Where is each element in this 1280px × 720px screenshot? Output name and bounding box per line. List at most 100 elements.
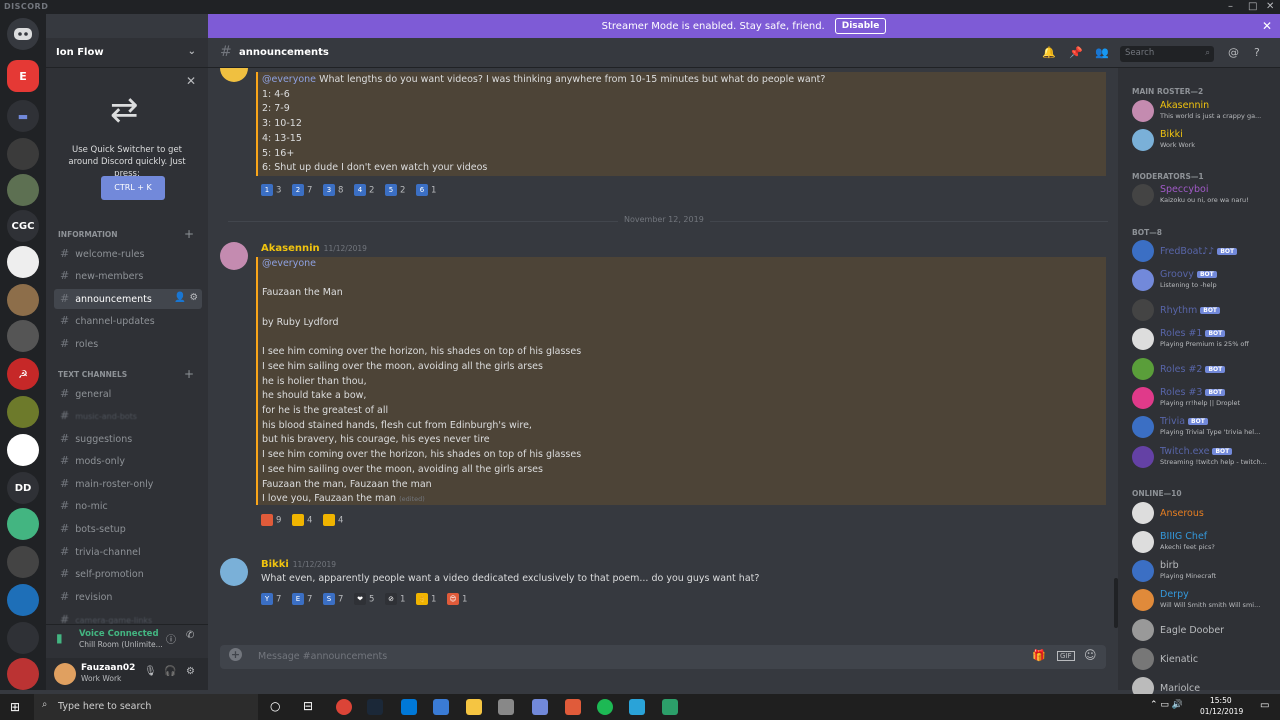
help-icon[interactable]: ? xyxy=(1254,46,1260,59)
category-information[interactable]: INFORMATION + xyxy=(58,227,194,241)
poll-reaction[interactable]: 42 xyxy=(354,184,374,198)
member-item[interactable]: Bikki Work Work xyxy=(1132,127,1278,155)
server-header[interactable]: Ion Flow ⌄ xyxy=(46,38,208,68)
disconnect-icon[interactable]: ✆ xyxy=(186,630,194,641)
avatar[interactable] xyxy=(1132,446,1154,468)
member-item[interactable]: Twitch.exe BOT Streaming !twitch help - tw… xyxy=(1132,444,1278,472)
channel-music-and-bots[interactable]: # music-and-bots xyxy=(54,406,202,426)
category-text-channels[interactable]: TEXT CHANNELS + xyxy=(58,367,194,381)
channel-main-roster-only[interactable]: # main-roster-only xyxy=(54,474,202,494)
server-icon[interactable] xyxy=(7,174,39,206)
app-icon[interactable] xyxy=(662,699,678,715)
notification-icon[interactable]: ▭ xyxy=(1260,700,1269,711)
avatar[interactable] xyxy=(1132,129,1154,151)
avatar[interactable] xyxy=(1132,387,1154,409)
message-composer[interactable]: + Message #announcements 🎁 GIF ☺ xyxy=(220,645,1106,669)
server-icon[interactable] xyxy=(7,396,39,428)
windows-start-icon[interactable]: ⊞ xyxy=(10,700,20,714)
user-settings-icon[interactable]: ⚙ xyxy=(186,666,195,677)
info-icon[interactable]: ⓘ xyxy=(166,631,176,646)
cortana-icon[interactable]: ○ xyxy=(270,699,280,713)
channel-general[interactable]: # general xyxy=(54,384,202,404)
discord-taskbar-icon[interactable] xyxy=(532,699,548,715)
server-icon[interactable] xyxy=(7,246,39,278)
channel-mods-only[interactable]: # mods-only xyxy=(54,451,202,471)
add-channel-icon[interactable]: + xyxy=(184,367,194,381)
emoji-icon[interactable]: ☺ xyxy=(1084,648,1097,662)
avatar[interactable] xyxy=(1132,184,1154,206)
taskbar-search[interactable]: ⌕ Type here to search xyxy=(34,694,258,720)
avatar[interactable] xyxy=(1132,100,1154,122)
avatar[interactable] xyxy=(1132,589,1154,611)
server-icon[interactable] xyxy=(7,320,39,352)
channel-channel-updates[interactable]: # channel-updates xyxy=(54,311,202,331)
member-item[interactable]: birb Playing Minecraft xyxy=(1132,558,1278,586)
search-input[interactable]: Search ⌕ xyxy=(1120,46,1214,62)
server-icon[interactable] xyxy=(7,434,39,466)
chrome-icon[interactable] xyxy=(336,699,352,715)
channel-self-promotion[interactable]: # self-promotion xyxy=(54,564,202,584)
server-icon[interactable] xyxy=(7,138,39,170)
pin-icon[interactable]: 📌 xyxy=(1069,46,1083,59)
member-item[interactable]: Kienatic xyxy=(1132,646,1278,674)
banner-close-icon[interactable]: ✕ xyxy=(1262,19,1272,33)
close-icon[interactable]: ✕ xyxy=(1266,1,1274,12)
disable-streamer-mode-button[interactable]: Disable xyxy=(834,18,887,34)
avatar[interactable] xyxy=(1132,502,1154,524)
avatar[interactable] xyxy=(1132,619,1154,641)
avatar[interactable] xyxy=(1132,328,1154,350)
member-item[interactable]: Anserous xyxy=(1132,500,1278,528)
mention-everyone[interactable]: @everyone xyxy=(262,74,316,85)
mention-everyone[interactable]: @everyone xyxy=(262,257,1102,272)
avatar[interactable] xyxy=(54,663,76,685)
bell-icon[interactable]: 🔔 xyxy=(1042,46,1056,59)
poll-reaction[interactable]: 38 xyxy=(323,184,343,198)
server-dd-icon[interactable]: DD xyxy=(7,472,39,504)
maximize-icon[interactable]: □ xyxy=(1248,1,1257,12)
poem-reaction[interactable]: 4 xyxy=(292,514,312,528)
server-e-icon[interactable]: E xyxy=(7,60,39,92)
bikki-reaction[interactable]: 😍 1 xyxy=(447,593,467,607)
member-item[interactable]: Roles #1 BOT Playing Premium is 25% off xyxy=(1132,326,1278,354)
app-icon[interactable] xyxy=(433,699,449,715)
home-discord-icon[interactable] xyxy=(7,18,39,50)
message-author[interactable]: Bikki 11/12/2019 xyxy=(261,559,336,570)
folder-icon[interactable]: ▬ xyxy=(7,100,39,132)
quick-switcher-shortcut-button[interactable]: CTRL + K xyxy=(101,176,165,200)
steam-icon[interactable] xyxy=(367,699,383,715)
app-icon[interactable] xyxy=(565,699,581,715)
edge-icon[interactable] xyxy=(401,699,417,715)
bikki-reaction[interactable]: Y7 xyxy=(261,593,281,607)
bikki-reaction[interactable]: ⊘ 1 xyxy=(385,593,405,607)
microphone-icon[interactable]: 🎙 xyxy=(144,666,157,677)
server-icon[interactable] xyxy=(7,658,39,690)
server-icon[interactable] xyxy=(7,508,39,540)
server-icon[interactable] xyxy=(7,622,39,654)
avatar[interactable] xyxy=(1132,560,1154,582)
member-item[interactable]: Groovy BOT Listening to -help xyxy=(1132,267,1278,295)
avatar[interactable] xyxy=(1132,648,1154,670)
gif-icon[interactable]: GIF xyxy=(1057,651,1075,661)
settings-gear-icon[interactable]: ⚙ xyxy=(189,292,198,303)
avatar[interactable] xyxy=(1132,269,1154,291)
app-icon[interactable] xyxy=(498,699,514,715)
member-item[interactable]: Akasennin This world is just a crappy ga.… xyxy=(1132,98,1278,126)
avatar[interactable] xyxy=(1132,299,1154,321)
message-input[interactable]: Message #announcements xyxy=(258,651,387,662)
avatar[interactable] xyxy=(220,242,248,270)
headphones-icon[interactable]: 🎧 xyxy=(164,666,176,677)
bikki-reaction[interactable]: 👌 1 xyxy=(416,593,436,607)
avatar[interactable] xyxy=(220,68,248,82)
member-item[interactable]: Speccyboi Kaizoku ou ni, ore wa naru! xyxy=(1132,182,1278,210)
add-channel-icon[interactable]: + xyxy=(184,227,194,241)
avatar[interactable] xyxy=(1132,531,1154,553)
channel-welcome-rules[interactable]: # welcome-rules xyxy=(54,244,202,264)
poem-reaction[interactable]: 4 xyxy=(323,514,343,528)
server-cgc-icon[interactable]: CGC xyxy=(7,210,39,242)
channel-announcements[interactable]: # announcements 👤 ⚙ xyxy=(54,289,202,309)
member-item[interactable]: Derpy Will Will Smith smith Will smi... xyxy=(1132,587,1278,615)
task-view-icon[interactable]: ⊟ xyxy=(303,699,313,713)
avatar[interactable] xyxy=(220,558,248,586)
file-explorer-icon[interactable] xyxy=(466,699,482,715)
member-item[interactable]: Trivia BOT Playing Trivial Type 'trivia he… xyxy=(1132,414,1278,442)
